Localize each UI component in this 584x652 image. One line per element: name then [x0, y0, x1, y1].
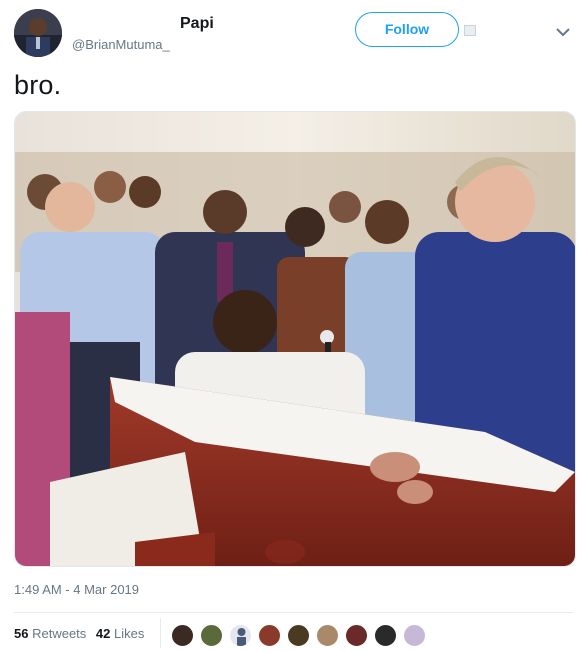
liker-avatar[interactable] [345, 624, 368, 647]
user-avatar[interactable] [14, 9, 62, 57]
retweets-label: Retweets [32, 626, 87, 641]
user-handle[interactable]: @BrianMutuma_ [72, 37, 170, 52]
stats-divider [160, 618, 161, 648]
display-name[interactable]: Papi [180, 15, 214, 33]
follow-button[interactable]: Follow [355, 12, 459, 47]
chevron-down-icon[interactable] [556, 27, 570, 37]
tweet-photo[interactable] [14, 111, 576, 567]
retweets-count: 56 [14, 626, 29, 641]
liker-avatar[interactable] [258, 624, 281, 647]
follow-indicator-icon [464, 25, 476, 36]
likes-label: Likes [114, 626, 145, 641]
liker-avatar[interactable] [374, 624, 397, 647]
divider [14, 612, 574, 613]
tweet-timestamp[interactable]: 1:49 AM - 4 Mar 2019 [14, 582, 139, 597]
tweet-header: Papi @BrianMutuma_ Follow [14, 9, 574, 59]
likes-count: 42 [95, 626, 111, 641]
liker-avatar[interactable] [287, 624, 310, 647]
liker-avatar[interactable] [316, 624, 339, 647]
liker-avatar[interactable] [200, 624, 223, 647]
liker-avatar[interactable] [171, 624, 194, 647]
retweets-stat[interactable]: 56 Retweets [14, 626, 86, 641]
tweet-text: bro. [14, 70, 62, 100]
liker-avatar[interactable] [403, 624, 426, 647]
liker-avatar[interactable] [229, 624, 252, 647]
tweet-stats: 56 Retweets 42 Likes [14, 626, 150, 641]
likes-stat[interactable]: 42 Likes [96, 626, 144, 641]
